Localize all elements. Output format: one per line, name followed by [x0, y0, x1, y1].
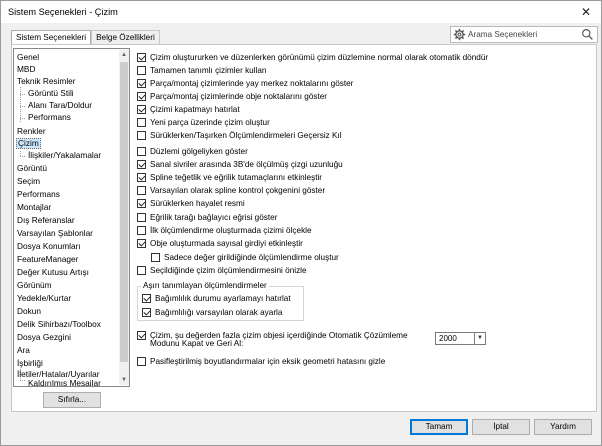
- tree-scrollbar[interactable]: ▲ ▼: [119, 50, 129, 385]
- tree-item-deger-kutusu[interactable]: Değer Kutusu Artışı: [17, 267, 89, 278]
- tree-item-cizim[interactable]: Çizim: [16, 138, 41, 149]
- tree-item-goruntu[interactable]: Görüntü: [17, 163, 47, 174]
- tree-item-varsayilan-sablonlar[interactable]: Varsayılan Şablonlar: [17, 228, 93, 239]
- checkbox[interactable]: [137, 357, 146, 366]
- checkbox[interactable]: [137, 79, 146, 88]
- tree-item-yedekle-kurtar[interactable]: Yedekle/Kurtar: [17, 293, 71, 304]
- option-row[interactable]: Spline teğetlik ve eğrilik tutamaçlarını…: [137, 172, 322, 183]
- checkbox[interactable]: [137, 213, 146, 222]
- tree-item-dosya-gezgini[interactable]: Dosya Gezgini: [17, 332, 71, 343]
- auto-solve-threshold-input[interactable]: 2000: [435, 332, 475, 345]
- chevron-down-icon[interactable]: ▼: [475, 332, 486, 345]
- tree-item-kaldirilmis-mesajlar[interactable]: Kaldırılmış Mesajlar: [28, 378, 101, 386]
- tree-item-renkler[interactable]: Renkler: [17, 126, 46, 137]
- tree-item-alani-tara[interactable]: Alanı Tara/Doldur: [28, 100, 92, 111]
- close-icon: ✕: [580, 5, 592, 19]
- option-row[interactable]: Bağımlılık durumu ayarlamayı hatırlat: [142, 293, 291, 304]
- option-row[interactable]: Çizimi kapatmayı hatırlat: [137, 104, 240, 115]
- checkbox[interactable]: [137, 105, 146, 114]
- help-button[interactable]: Yardım: [534, 419, 592, 435]
- tree-item-ara[interactable]: Ara: [17, 345, 30, 356]
- checkbox[interactable]: [137, 199, 146, 208]
- tree-item-montajlar[interactable]: Montajlar: [17, 202, 51, 213]
- option-row[interactable]: Parça/montaj çizimlerinde obje noktaları…: [137, 91, 327, 102]
- option-row[interactable]: Bağımlılığı varsayılan olarak ayarla: [142, 307, 282, 318]
- scroll-thumb[interactable]: [120, 62, 128, 362]
- option-row[interactable]: Yeni parça üzerinde çizim oluştur: [137, 117, 270, 128]
- cancel-button[interactable]: İptal: [472, 419, 530, 435]
- reset-button[interactable]: Sıfırla...: [43, 392, 101, 408]
- search-options-input[interactable]: Arama Seçenekleri: [450, 26, 598, 43]
- tree-item-featuremanager[interactable]: FeatureManager: [17, 254, 78, 265]
- option-row[interactable]: Sadece değer girildiğinde ölçümlendirme …: [151, 252, 339, 263]
- ok-button[interactable]: Tamam: [410, 419, 468, 435]
- option-row[interactable]: Parça/montaj çizimlerinde yay merkez nok…: [137, 78, 353, 89]
- option-row[interactable]: Sürüklerken hayalet resmi: [137, 198, 245, 209]
- tree-connector: [20, 380, 25, 381]
- option-row[interactable]: İlk ölçümlendirme oluşturmada çizimi ölç…: [137, 225, 312, 236]
- scroll-up-icon[interactable]: ▲: [119, 50, 129, 60]
- search-placeholder: Arama Seçenekleri: [468, 30, 538, 39]
- tree-connector: [20, 106, 25, 107]
- checkbox[interactable]: [142, 294, 151, 303]
- checkbox[interactable]: [137, 266, 146, 275]
- checkbox[interactable]: [137, 331, 146, 340]
- option-row[interactable]: Pasifleştirilmiş boyutlandırmalar için e…: [137, 356, 385, 367]
- tree-item-isbirligi[interactable]: İşbirliği: [17, 358, 43, 369]
- tree-item-goruntu-stili[interactable]: Görüntü Stili: [28, 88, 74, 99]
- close-button[interactable]: ✕: [577, 3, 595, 21]
- checkbox[interactable]: [137, 239, 146, 248]
- tree-connector: [20, 94, 25, 95]
- checkbox[interactable]: [137, 147, 146, 156]
- options-tree: Genel MBD Teknik Resimler Görüntü Stili …: [13, 48, 130, 387]
- option-row[interactable]: Düzlemi gölgeliyken göster: [137, 146, 248, 157]
- checkbox[interactable]: [137, 92, 146, 101]
- tree-connector: [20, 118, 25, 119]
- overdefining-group-title: Aşırı tanımlayan ölçümlendirmeler: [141, 281, 269, 290]
- tree-item-delik-sihirbazi[interactable]: Delik Sihirbazı/Toolbox: [17, 319, 101, 330]
- tree-item-secim[interactable]: Seçim: [17, 176, 40, 187]
- tab-document-properties[interactable]: Belge Özellikleri: [91, 30, 160, 45]
- checkbox[interactable]: [137, 186, 146, 195]
- checkbox[interactable]: [137, 66, 146, 75]
- window-title: Sistem Seçenekleri - Çizim: [8, 7, 118, 17]
- tree-item-mbd[interactable]: MBD: [17, 64, 35, 75]
- checkbox[interactable]: [151, 253, 160, 262]
- options-dialog: Sistem Seçenekleri - Çizim ✕ Sistem Seçe…: [0, 0, 602, 446]
- option-row[interactable]: Tamamen tanımlı çizimler kullan: [137, 65, 266, 76]
- tree-item-gorunum[interactable]: Görünüm: [17, 280, 52, 291]
- option-row[interactable]: Obje oluşturmada sayısal girdiyi etkinle…: [137, 238, 303, 249]
- search-icon[interactable]: [581, 28, 594, 41]
- gear-icon: [453, 28, 466, 41]
- tree-item-iliskiler[interactable]: İlişkiler/Yakalamalar: [28, 150, 101, 161]
- scroll-down-icon[interactable]: ▼: [119, 375, 129, 385]
- option-row[interactable]: Çizim oluştururken ve düzenlerken görünü…: [137, 52, 488, 63]
- checkbox[interactable]: [137, 226, 146, 235]
- checkbox[interactable]: [137, 131, 146, 140]
- tab-bar: Sistem Seçenekleri Belge Özellikleri: [11, 30, 160, 46]
- checkbox[interactable]: [137, 173, 146, 182]
- checkbox[interactable]: [137, 53, 146, 62]
- checkbox[interactable]: [142, 308, 151, 317]
- option-row[interactable]: Seçildiğinde çizim ölçümlendirmesini öni…: [137, 265, 307, 276]
- tree-item-dosya-konumlari[interactable]: Dosya Konumları: [17, 241, 81, 252]
- option-row[interactable]: Sanal sivriler arasında 3B'de ölçülmüş ç…: [137, 159, 343, 170]
- tree-item-teknik-resimler[interactable]: Teknik Resimler: [17, 76, 76, 87]
- title-bar: Sistem Seçenekleri - Çizim ✕: [1, 1, 601, 23]
- tree-connector: [20, 156, 25, 157]
- auto-solve-label-line2: Modunu Kapat ve Geri Al:: [150, 339, 244, 348]
- tree-item-dokun[interactable]: Dokun: [17, 306, 41, 317]
- tree-item-genel[interactable]: Genel: [17, 52, 39, 63]
- option-row[interactable]: Sürüklerken/Taşırken Ölçümlendirmeleri G…: [137, 130, 342, 141]
- tree-item-performans[interactable]: Performans: [17, 189, 60, 200]
- checkbox[interactable]: [137, 160, 146, 169]
- tree-item-performans-drawing[interactable]: Performans: [28, 112, 71, 123]
- tree-item-dis-referanslar[interactable]: Dış Referanslar: [17, 215, 75, 226]
- tree-connector: [20, 87, 21, 122]
- option-row[interactable]: Eğrilik tarağı bağlayıcı eğrisi göster: [137, 212, 277, 223]
- option-row[interactable]: Varsayılan olarak spline kontrol çokgeni…: [137, 185, 325, 196]
- checkbox[interactable]: [137, 118, 146, 127]
